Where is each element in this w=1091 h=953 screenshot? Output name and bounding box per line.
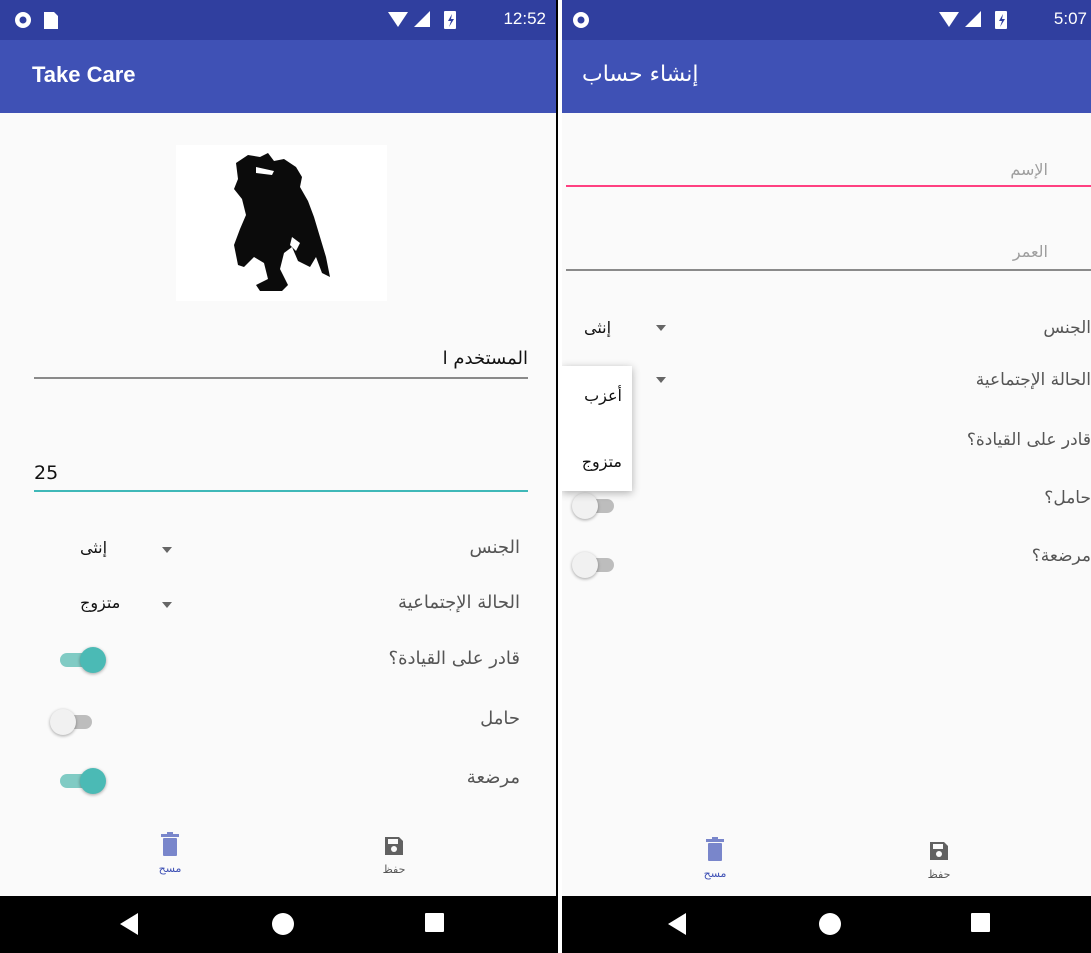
recents-icon[interactable] [970, 911, 992, 933]
driving-label: قادر على القيادة؟ [388, 648, 520, 669]
gender-value: إنثى [584, 318, 612, 337]
circle-status-icon [573, 12, 589, 28]
chevron-down-icon [656, 377, 666, 383]
name-placeholder: الإسم [1010, 160, 1048, 179]
age-field[interactable]: 25 [34, 458, 528, 494]
signal-icon [414, 11, 430, 27]
nav-clear-button[interactable]: مسح [140, 832, 200, 875]
gender-label: الجنس [469, 537, 520, 558]
name-field[interactable]: المستخدم ا [34, 345, 528, 381]
phone-right: 5:07 إنشاء حساب الإسم العمر الجنس إنثى ا… [562, 0, 1091, 953]
dropdown-option[interactable]: متزوج [582, 452, 622, 471]
pregnant-switch[interactable] [572, 493, 616, 519]
chevron-down-icon [656, 325, 666, 331]
age-value: 25 [34, 462, 59, 484]
marital-dropdown-popup: أعزب متزوج [562, 366, 632, 491]
name-field[interactable]: الإسم [566, 156, 1091, 192]
back-icon[interactable] [118, 911, 140, 937]
system-nav-bar [562, 896, 1091, 953]
status-bar: 5:07 [562, 0, 1091, 40]
marital-value: متزوج [80, 593, 121, 612]
nav-save-label: حفظ [382, 863, 406, 876]
age-placeholder: العمر [1012, 242, 1048, 261]
status-left-icons [15, 12, 58, 29]
chevron-down-icon [162, 602, 172, 608]
home-icon[interactable] [817, 911, 843, 937]
app-title: إنشاء حساب [582, 62, 699, 87]
back-icon[interactable] [666, 911, 688, 937]
wifi-icon [939, 12, 959, 27]
pregnant-label: حامل [480, 708, 520, 729]
nav-save-button[interactable]: حفظ [364, 835, 424, 876]
nursing-switch[interactable] [60, 768, 106, 794]
app-title: Take Care [32, 62, 136, 87]
marital-spinner[interactable]: متزوج [70, 587, 190, 621]
profile-silhouette-image[interactable] [176, 145, 387, 301]
status-time: 12:52 [503, 9, 546, 28]
status-bar: 12:52 [0, 0, 556, 40]
nav-save-button[interactable]: حفظ [909, 840, 969, 881]
nav-clear-button[interactable]: مسح [685, 837, 745, 880]
marital-label: الحالة الإجتماعية [975, 370, 1091, 390]
nursing-switch[interactable] [572, 552, 616, 578]
gender-value: إنثى [80, 538, 108, 557]
chevron-down-icon [162, 547, 172, 553]
save-icon [385, 837, 403, 855]
home-icon[interactable] [270, 911, 296, 937]
nav-clear-label: مسح [703, 867, 727, 880]
signal-icon [965, 11, 981, 27]
nursing-label: مرضعة؟ [1031, 546, 1091, 566]
app-bar: إنشاء حساب [562, 40, 1091, 113]
nav-clear-label: مسح [158, 862, 182, 875]
status-right-icons [388, 11, 456, 29]
app-bar: Take Care [0, 40, 556, 113]
name-value: المستخدم ا [442, 348, 528, 369]
gender-spinner[interactable]: إنثى [70, 532, 190, 566]
age-field[interactable]: العمر [566, 238, 1091, 274]
nursing-label: مرضعة [466, 767, 520, 788]
save-icon [930, 842, 948, 860]
gender-label: الجنس [1043, 318, 1091, 338]
wifi-icon [388, 12, 408, 27]
pregnant-label: حامل؟ [1044, 488, 1091, 508]
dropdown-option[interactable]: أعزب [584, 386, 622, 405]
marital-label: الحالة الإجتماعية [398, 592, 520, 613]
trash-icon [706, 837, 724, 861]
phone-left: 12:52 Take Care المستخدم ا 25 الجنس إنثى… [0, 0, 558, 953]
driving-switch[interactable] [60, 647, 106, 673]
pregnant-switch[interactable] [50, 709, 94, 735]
status-right-icons [939, 11, 1007, 29]
driving-label: قادر على القيادة؟ [966, 430, 1091, 450]
status-time: 5:07 [1053, 9, 1087, 28]
nav-save-label: حفظ [927, 868, 951, 881]
trash-icon [161, 832, 179, 856]
system-nav-bar [0, 896, 556, 953]
recents-icon[interactable] [424, 911, 446, 933]
gender-spinner[interactable]: إنثى [576, 314, 676, 344]
sdcard-icon [44, 12, 58, 29]
